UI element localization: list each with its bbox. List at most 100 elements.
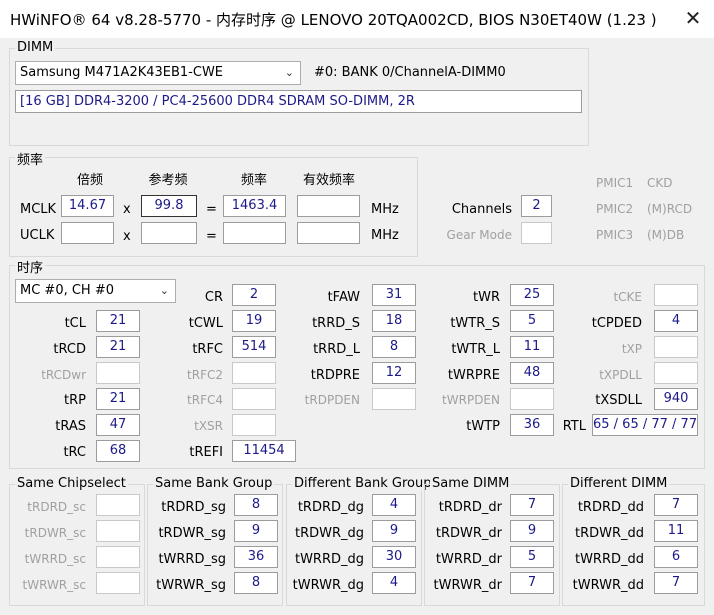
timing-label: tWRRD_sg [158,552,226,567]
timing-label: tWRWR_dg [292,578,364,593]
same-dimm-label: Same DIMM [430,476,512,491]
header-ref-freq: 参考频 [148,173,188,188]
mclk-label: MCLK [20,202,57,217]
rtl-value: 65 / 65 / 77 / 77 [592,414,698,436]
pmic1-value: CKD [647,176,673,190]
timing-value: 25 [510,284,554,306]
timing-label: tWRRD_dg [294,552,364,567]
mclk-effective [297,195,360,217]
dimm-module-select[interactable]: Samsung M471A2K43EB1-CWE ⌄ [15,61,301,85]
timing-label: tRDPDEN [304,393,360,407]
timing-label: tRDPRE [310,368,360,383]
timing-value: 6 [654,546,698,568]
timing-label: tCPDED [591,316,642,331]
timing-label: tWR [473,290,500,305]
timing-value [96,546,140,568]
timing-value: 47 [96,414,140,436]
frequency-group-label: 频率 [15,149,46,168]
header-effective-freq: 有效频率 [302,173,355,188]
mclk-times: x [123,202,131,217]
pmic2-value: (M)RCD [647,202,693,216]
timing-label: tXPDLL [599,368,642,382]
timing-label: tXSDLL [595,393,642,408]
mclk-ref: 99.8 [141,195,197,217]
timing-label: tRRD_L [313,342,360,357]
timing-label: tRFC2 [187,368,223,382]
different-dimm-label: Different DIMM [568,476,670,491]
timing-label: tRDRD_sc [27,500,86,514]
title-bar: HWiNFO® 64 v8.28-5770 - 内存时序 @ LENOVO 20… [0,0,714,38]
timing-value: 11 [654,520,698,542]
timing-value: 4 [654,310,698,332]
timing-value: 4 [372,494,416,516]
timing-label: tRDWR_sc [24,526,86,540]
uclk-equals: = [206,229,217,244]
pmic3-label: PMIC3 [596,228,634,242]
same-chipselect-label: Same Chipselect [15,476,128,491]
timing-value [96,572,140,594]
timing-group-label: 时序 [15,257,46,276]
timing-label: tRDWR_dd [574,526,644,541]
timing-value: 21 [96,388,140,410]
pmic2-label: PMIC2 [596,202,634,216]
timing-value [232,388,276,410]
gear-mode-value [521,222,552,244]
header-multiplier: 倍频 [76,173,103,188]
timing-label: tRAS [55,419,86,434]
timing-value: 21 [96,310,140,332]
timing-value: 7 [654,572,698,594]
timing-label: tWRRD_dr [435,552,502,567]
timing-label: CR [204,290,223,305]
timing-value: 36 [510,414,554,436]
dimm-module-value: Samsung M471A2K43EB1-CWE [20,65,224,80]
timing-label: tWRPRE [447,368,500,383]
timing-label: tWRWR_sc [22,578,86,592]
timing-value: 36 [234,546,278,568]
timing-value [510,388,554,410]
timing-label: tRFC4 [187,393,223,407]
timing-value: 9 [510,520,554,542]
close-icon[interactable]: ✕ [680,5,706,31]
timing-label: tCL [64,316,86,331]
uclk-label: UCLK [20,228,55,243]
timing-value: 18 [372,310,416,332]
timing-label: tREFI [189,445,223,460]
gear-mode-label: Gear Mode [446,228,512,242]
timing-label: tRDRD_dr [438,500,502,515]
timing-label: tCKE [613,290,642,304]
chevron-down-icon: ⌄ [284,66,294,79]
timing-label: tRCD [53,342,86,357]
same-bank-group-label: Same Bank Group [153,476,275,491]
uclk-times: x [123,229,131,244]
uclk-unit: MHz [371,228,399,243]
timing-value: 68 [96,440,140,462]
timing-label: tRDRD_dd [577,500,644,515]
timing-label: tWRRD_dd [574,552,644,567]
header-freq: 频率 [240,173,267,188]
timing-value: 31 [372,284,416,306]
timing-value: 5 [510,546,554,568]
timing-value [232,414,276,436]
uclk-freq [223,222,286,244]
timing-label: tXSR [194,419,223,433]
timing-value: 5 [510,310,554,332]
pmic3-value: (M)DB [647,228,685,242]
timing-label: tWTP [466,419,500,434]
timing-label: tWRWR_dd [572,578,644,593]
timing-label: tRCDwr [41,368,86,382]
different-bank-group-label: Different Bank Group [292,476,434,491]
timing-label: tCWL [188,316,223,331]
mclk-multiplier: 14.67 [61,195,114,217]
dimm-slot-label: #0: BANK 0/ChannelA-DIMM0 [314,65,506,80]
channels-label: Channels [451,202,512,217]
timing-value: 514 [232,336,276,358]
dimm-group-label: DIMM [15,40,56,55]
timing-value: 7 [510,494,554,516]
mc-channel-select[interactable]: MC #0, CH #0 ⌄ [15,279,176,303]
timing-value: 19 [232,310,276,332]
timing-value [96,362,140,384]
timing-label: tRDRD_sg [161,500,226,515]
timing-value: 2 [232,284,276,306]
uclk-multiplier [61,222,114,244]
timing-label: tWRWR_sg [156,578,226,593]
